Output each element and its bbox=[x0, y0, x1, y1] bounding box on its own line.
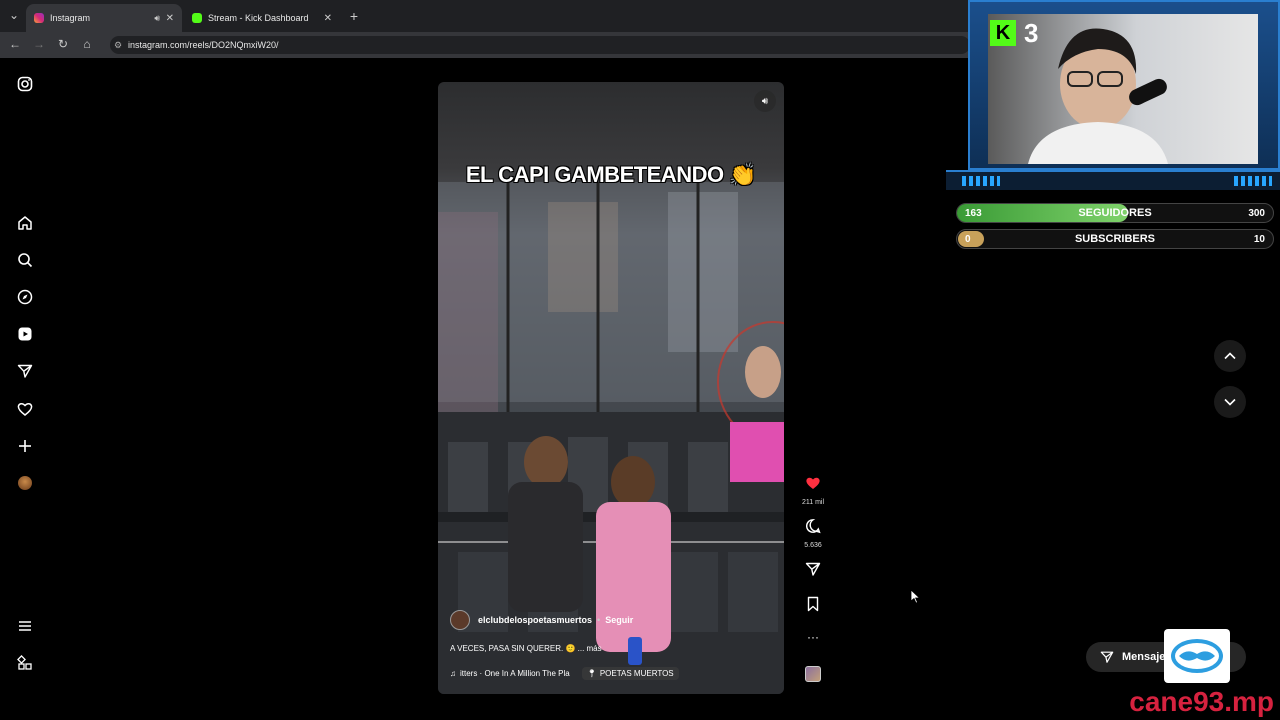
more-menu-icon[interactable] bbox=[14, 615, 36, 637]
audio-toggle-icon[interactable]: 🔊︎ bbox=[754, 90, 776, 112]
subscribers-goal-bar: 0 SUBSCRIBERS 10 bbox=[956, 229, 1274, 249]
mercado-pago-logo bbox=[1164, 629, 1230, 683]
comment-action[interactable]: 5.636 bbox=[800, 518, 826, 549]
instagram-logo-icon[interactable] bbox=[14, 73, 36, 95]
reel-location-tag[interactable]: 📍︎ POETAS MUERTOS bbox=[581, 667, 679, 680]
author-avatar[interactable] bbox=[450, 610, 470, 630]
kick-favicon-icon bbox=[192, 13, 202, 23]
reel-author: elclubdelospoetasmuertos • Seguir bbox=[450, 610, 633, 630]
previous-reel-button[interactable] bbox=[1214, 340, 1246, 372]
profile-avatar[interactable] bbox=[14, 472, 36, 494]
decor-lights-right bbox=[1234, 176, 1272, 186]
url-text: instagram.com/reels/DO2NQmxiW20/ bbox=[128, 40, 279, 50]
reel-caption-overlay: EL CAPI GAMBETEANDO 👏 bbox=[465, 162, 757, 187]
forward-button[interactable]: → bbox=[31, 37, 47, 51]
subscribers-label: SUBSCRIBERS bbox=[1074, 233, 1156, 245]
music-note-icon: ♫ bbox=[450, 669, 456, 678]
home-button[interactable]: ⌂ bbox=[79, 37, 95, 51]
reel-audio-track[interactable]: itters · One In A Million The Pla bbox=[460, 669, 570, 678]
tab-instagram[interactable]: Instagram 🔊︎ ✕ bbox=[26, 4, 182, 32]
follow-button[interactable]: Seguir bbox=[605, 615, 633, 625]
share-action[interactable] bbox=[800, 561, 826, 582]
close-tab-icon[interactable]: ✕ bbox=[166, 13, 174, 24]
next-reel-button[interactable] bbox=[1214, 386, 1246, 418]
handshake-icon bbox=[1171, 639, 1223, 673]
tab-kick-dashboard[interactable]: Stream - Kick Dashboard ✕ bbox=[184, 4, 340, 32]
more-options-icon[interactable]: ··· bbox=[800, 630, 826, 644]
reload-button[interactable]: ↻ bbox=[55, 37, 71, 51]
explore-icon[interactable] bbox=[14, 286, 36, 308]
mouse-cursor-icon bbox=[911, 590, 921, 604]
site-info-icon[interactable]: ⚙ bbox=[114, 40, 122, 51]
decor-lights-left bbox=[962, 176, 1000, 186]
kick-logo-icon: K bbox=[990, 20, 1016, 46]
audio-playing-icon[interactable]: 🔊︎ bbox=[154, 13, 160, 24]
tab-search-icon[interactable]: ⌄ bbox=[6, 8, 22, 22]
save-action[interactable] bbox=[800, 596, 826, 617]
like-action[interactable]: 211 mil bbox=[800, 475, 826, 506]
comment-count: 5.636 bbox=[804, 542, 822, 549]
back-button[interactable]: ← bbox=[7, 37, 23, 51]
webcam-frame: K 3 bbox=[968, 0, 1280, 170]
new-tab-button[interactable]: + bbox=[346, 8, 362, 24]
reel-meta-row: ♫ itters · One In A Million The Pla 📍︎ P… bbox=[450, 667, 679, 680]
comment-icon[interactable] bbox=[805, 518, 821, 534]
webcam-frame-base bbox=[946, 170, 1280, 190]
search-icon[interactable] bbox=[14, 249, 36, 271]
bookmark-icon[interactable] bbox=[805, 596, 821, 612]
reels-icon[interactable] bbox=[14, 323, 36, 345]
share-icon[interactable] bbox=[805, 561, 821, 577]
address-input[interactable]: ⚙ instagram.com/reels/DO2NQmxiW20/ bbox=[110, 36, 970, 54]
reel-video[interactable]: 🔊︎ EL CAPI GAMBETEANDO 👏 elclubdelospoet… bbox=[438, 82, 784, 694]
meta-apps-icon[interactable] bbox=[14, 652, 36, 674]
reel-description[interactable]: A VECES, PASA SIN QUERER. 🙂 ... más bbox=[450, 644, 602, 653]
channel-watermark: cane93.mp bbox=[1129, 686, 1274, 717]
location-pin-icon: 📍︎ bbox=[586, 669, 597, 678]
subscribers-goal: 10 bbox=[1253, 233, 1265, 245]
seguidores-goal: 300 bbox=[1248, 207, 1265, 219]
author-username[interactable]: elclubdelospoetasmuertos bbox=[478, 615, 592, 625]
home-icon[interactable] bbox=[14, 212, 36, 234]
chevron-down-icon bbox=[1224, 398, 1236, 406]
messages-icon[interactable] bbox=[14, 360, 36, 382]
like-count: 211 mil bbox=[801, 499, 825, 506]
instagram-favicon-icon bbox=[34, 13, 44, 23]
tab-title: Instagram bbox=[50, 13, 91, 23]
close-tab-icon[interactable]: ✕ bbox=[324, 13, 332, 24]
level-number: 3 bbox=[1024, 18, 1039, 48]
tab-title: Stream - Kick Dashboard bbox=[208, 13, 309, 23]
notifications-heart-icon[interactable] bbox=[14, 398, 36, 420]
chevron-up-icon bbox=[1224, 352, 1236, 360]
send-icon bbox=[1100, 651, 1114, 663]
seguidores-goal-bar: 163 SEGUIDORES 300 bbox=[956, 203, 1274, 223]
create-plus-icon[interactable] bbox=[14, 435, 36, 457]
heart-filled-icon[interactable] bbox=[805, 475, 821, 491]
seguidores-label: SEGUIDORES bbox=[1078, 207, 1152, 219]
audio-cover-thumbnail[interactable] bbox=[800, 666, 826, 687]
